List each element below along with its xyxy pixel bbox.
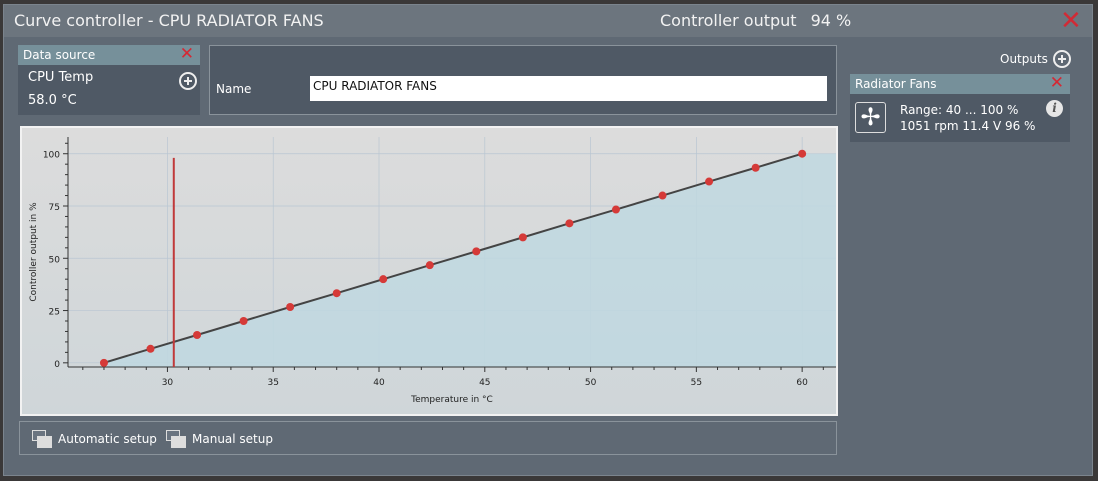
data-source-header: Data source ✕ [18,44,200,65]
curve-chart[interactable]: 0 25 50 75 100 30 35 40 45 50 55 60 Temperature in °… [20,126,838,416]
y-tick-label: 25 [49,308,60,318]
curve-point[interactable] [798,149,807,158]
automatic-setup-button[interactable]: Automatic setup [32,430,157,448]
x-axis-label: Temperature in °C [410,395,493,405]
y-tick-label: 75 [49,203,60,213]
output-item: Radiator Fans ✕ ✢ Range: 40 ... 100 % 105… [850,73,1070,142]
curve-point[interactable] [565,219,574,228]
window-title: Curve controller - CPU RADIATOR FANS [14,11,324,30]
x-tick-label: 55 [691,378,702,388]
curve-point[interactable] [286,302,295,311]
window-icon [166,430,186,448]
curve-point[interactable] [611,205,620,214]
curve-point[interactable] [193,331,202,340]
output-header: Radiator Fans ✕ [850,73,1070,94]
automatic-setup-label: Automatic setup [58,432,157,446]
remove-output-icon[interactable]: ✕ [1050,73,1064,93]
sensor-value: 58.0 °C [28,93,77,108]
chart-svg[interactable]: 0 25 50 75 100 30 35 40 45 50 55 60 Temperature in °… [22,128,837,414]
curve-point[interactable] [239,317,248,325]
close-window-icon[interactable]: ✕ [1060,8,1082,34]
x-tick-label: 60 [796,378,808,388]
add-output-icon[interactable] [1053,50,1071,68]
outputs-label: Outputs [1000,52,1048,66]
controller-output: Controller output 94 % [660,11,851,30]
info-icon[interactable]: i [1046,100,1063,117]
setup-toolbar: Automatic setup Manual setup [19,421,837,455]
y-tick-label: 100 [43,151,60,161]
y-tick-label: 0 [54,360,60,370]
curve-point[interactable] [146,344,155,353]
add-data-source-icon[interactable] [179,72,197,90]
curve-point[interactable] [705,177,714,186]
window-icon [32,430,52,448]
output-status: 1051 rpm 11.4 V 96 % [900,119,1036,133]
remove-data-source-icon[interactable]: ✕ [180,44,194,64]
title-bar: Curve controller - CPU RADIATOR FANS Con… [4,5,1092,37]
manual-setup-label: Manual setup [192,432,273,446]
y-tick-label: 50 [49,255,61,265]
curve-controller-window: Curve controller - CPU RADIATOR FANS Con… [3,4,1093,476]
curve-point[interactable] [425,261,434,270]
output-range: Range: 40 ... 100 % [900,103,1019,117]
output-title: Radiator Fans [855,77,937,91]
curve-point[interactable] [658,191,667,200]
fan-icon: ✢ [855,102,886,133]
name-label: Name [216,82,252,96]
sensor-name: CPU Temp [28,70,94,85]
curve-point[interactable] [332,289,341,298]
manual-setup-button[interactable]: Manual setup [166,430,273,448]
curve-point[interactable] [518,233,527,242]
controller-output-value: 94 % [810,11,852,30]
curve-fill-area [103,153,837,367]
curve-point[interactable] [472,247,481,256]
curve-point[interactable] [379,275,388,284]
curve-point[interactable] [99,358,108,367]
name-input[interactable]: CPU RADIATOR FANS [310,76,827,101]
name-panel: Name CPU RADIATOR FANS [209,45,837,115]
x-tick-label: 30 [162,378,174,388]
x-tick-label: 35 [267,378,278,388]
data-source-title: Data source [23,48,96,62]
y-axis-label: Controller output in % [29,202,39,302]
x-tick-label: 50 [585,378,597,388]
controller-output-label: Controller output [660,11,797,30]
x-tick-label: 45 [479,378,490,388]
x-tick-label: 40 [373,378,385,388]
curve-point[interactable] [751,163,760,172]
data-source-panel: Data source ✕ CPU Temp 58.0 °C [18,44,200,115]
